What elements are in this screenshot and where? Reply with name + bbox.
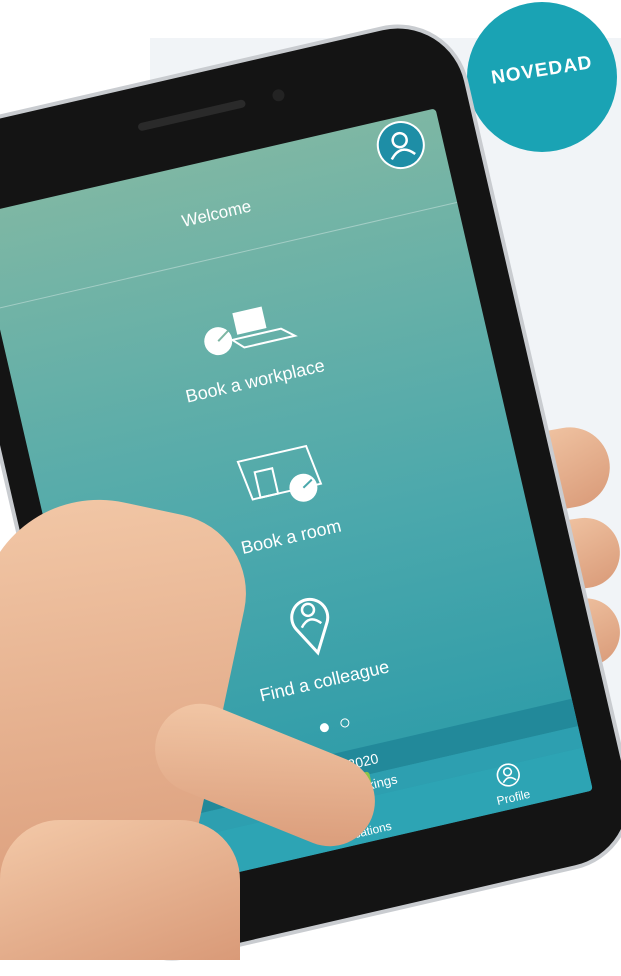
room-icon bbox=[236, 444, 323, 502]
badge-text: NOVEDAD bbox=[489, 52, 594, 89]
profile-icon bbox=[496, 763, 520, 787]
pagination-dot[interactable] bbox=[339, 717, 351, 729]
pagination-dot-active[interactable] bbox=[318, 722, 330, 734]
novedad-badge: NOVEDAD bbox=[467, 2, 617, 152]
workplace-icon bbox=[204, 306, 298, 356]
hand-wrist bbox=[0, 820, 240, 960]
location-pin-icon bbox=[290, 597, 330, 656]
